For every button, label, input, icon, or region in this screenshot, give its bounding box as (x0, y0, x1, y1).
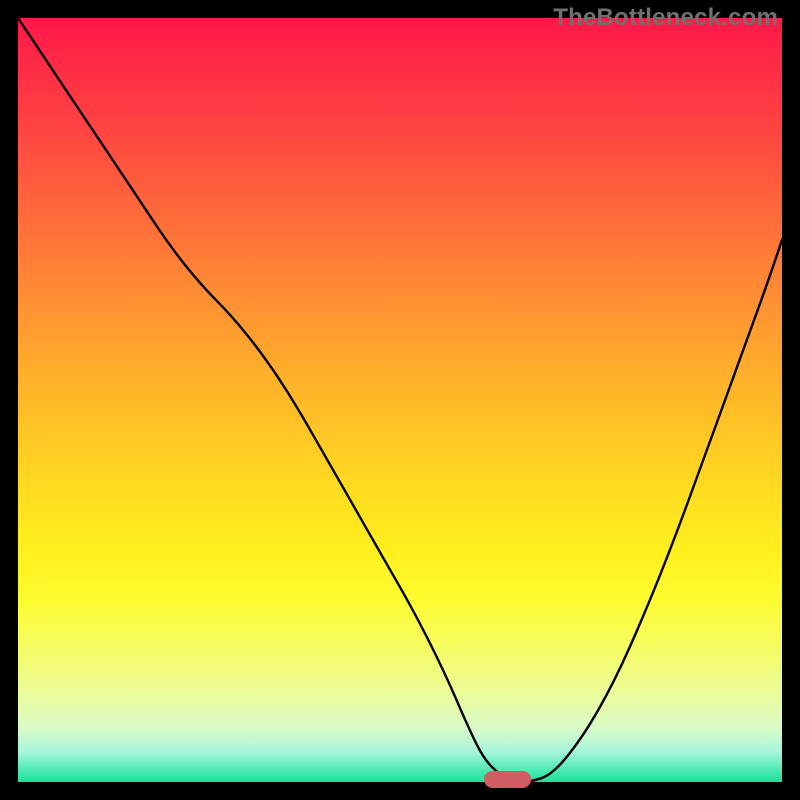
plot-area (18, 18, 782, 782)
curve-path (18, 18, 782, 782)
bottleneck-curve (18, 18, 782, 782)
optimum-marker (484, 771, 531, 788)
watermark-text: TheBottleneck.com (553, 4, 778, 32)
chart-container: TheBottleneck.com (0, 0, 800, 800)
